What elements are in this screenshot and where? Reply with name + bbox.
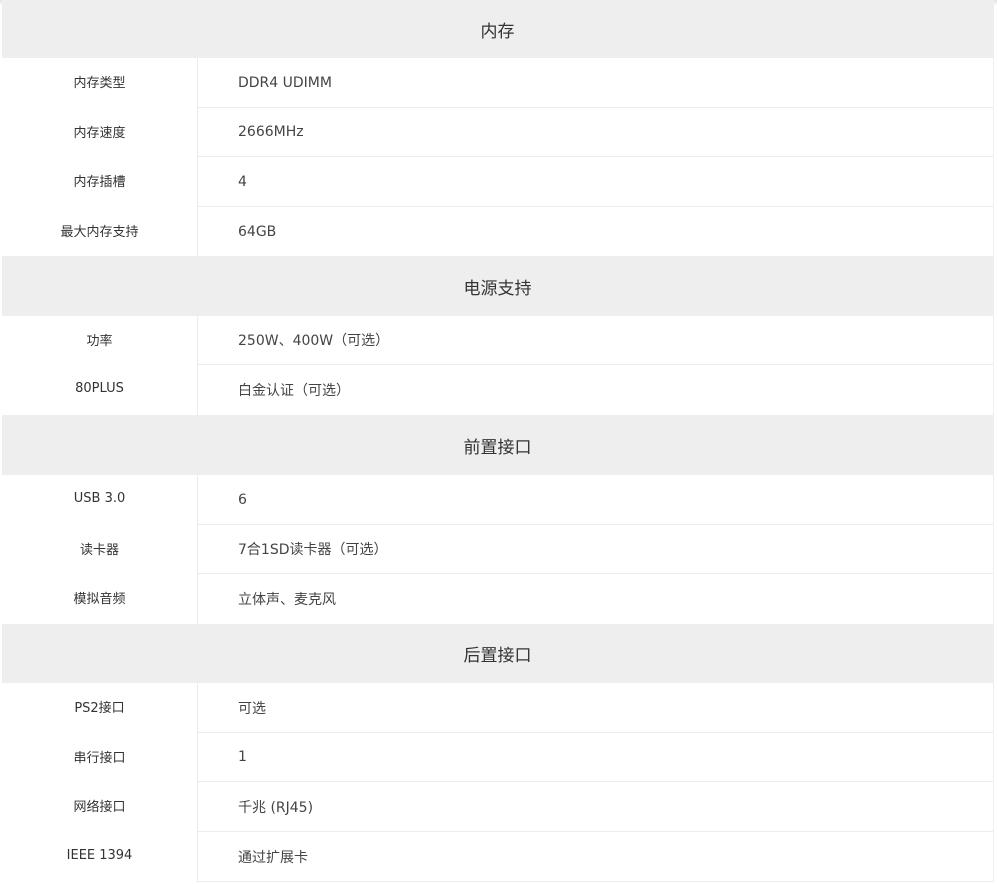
row-label: IEEE 1394 <box>2 832 198 882</box>
row-label: PS2接口 <box>2 683 198 733</box>
table-row: 串行接口 1 <box>2 733 993 782</box>
table-row: 最大内存支持 64GB <box>2 207 993 256</box>
section-title: 后置接口 <box>463 646 532 666</box>
row-value: 立体声、麦克风 <box>238 592 336 608</box>
row-label: 读卡器 <box>2 525 198 574</box>
row-label: 最大内存支持 <box>2 207 198 256</box>
section-title: 内存 <box>480 21 515 42</box>
row-value: 白金认证（可选） <box>238 383 350 399</box>
section-header-memory: 内存 <box>2 0 993 58</box>
table-row: 网络接口 千兆 (RJ45) <box>2 782 993 832</box>
row-value: 通过扩展卡 <box>198 832 993 882</box>
table-row: 80PLUS 白金认证（可选） <box>2 365 993 415</box>
row-value: 7合1SD读卡器（可选） <box>198 525 993 574</box>
row-value: 可选 <box>198 683 993 733</box>
table-row: 功率 250W、400W（可选） <box>2 316 993 365</box>
table-row: PS2接口 可选 <box>2 683 993 733</box>
section-title: 前置接口 <box>463 437 532 458</box>
row-value: DDR4 UDIMM <box>198 58 993 108</box>
row-label: USB 3.0 <box>2 475 198 525</box>
row-value: 250W、400W（可选） <box>198 316 993 365</box>
row-value: 4 <box>198 157 993 207</box>
table-row: IEEE 1394 通过扩展卡 <box>2 832 993 882</box>
table-row: 内存速度 2666MHz <box>2 108 993 157</box>
row-value: 1 <box>198 733 993 782</box>
row-label: 内存类型 <box>2 58 198 108</box>
table-row: 内存插槽 4 <box>2 157 993 207</box>
row-label: 功率 <box>2 316 198 365</box>
section-header-front-ports: 前置接口 <box>2 415 993 475</box>
spec-table: 内存 内存类型 DDR4 UDIMM 内存速度 2666MHz 内存插槽 4 最… <box>2 0 994 882</box>
row-label: 内存插槽 <box>2 157 198 207</box>
row-label: 80PLUS <box>2 365 198 415</box>
section-header-power: 电源支持 <box>2 256 993 316</box>
row-label: 内存速度 <box>2 108 198 157</box>
row-value: 2666MHz <box>198 108 993 157</box>
table-row: 读卡器 7合1SD读卡器（可选） <box>2 525 993 574</box>
table-row: USB 3.0 6 <box>2 475 993 525</box>
row-value: 6 <box>198 475 993 525</box>
row-label: 串行接口 <box>2 733 198 782</box>
table-row: 内存类型 DDR4 UDIMM <box>2 58 993 108</box>
row-label: 模拟音频 <box>2 574 198 624</box>
row-value: 千兆 (RJ45) <box>198 782 993 832</box>
row-label: 网络接口 <box>2 782 198 832</box>
section-title: 电源支持 <box>463 278 532 299</box>
section-header-rear-ports: 后置接口 <box>2 624 993 683</box>
table-row: 模拟音频 立体声、麦克风 <box>2 574 993 624</box>
row-value: 64GB <box>238 223 277 240</box>
